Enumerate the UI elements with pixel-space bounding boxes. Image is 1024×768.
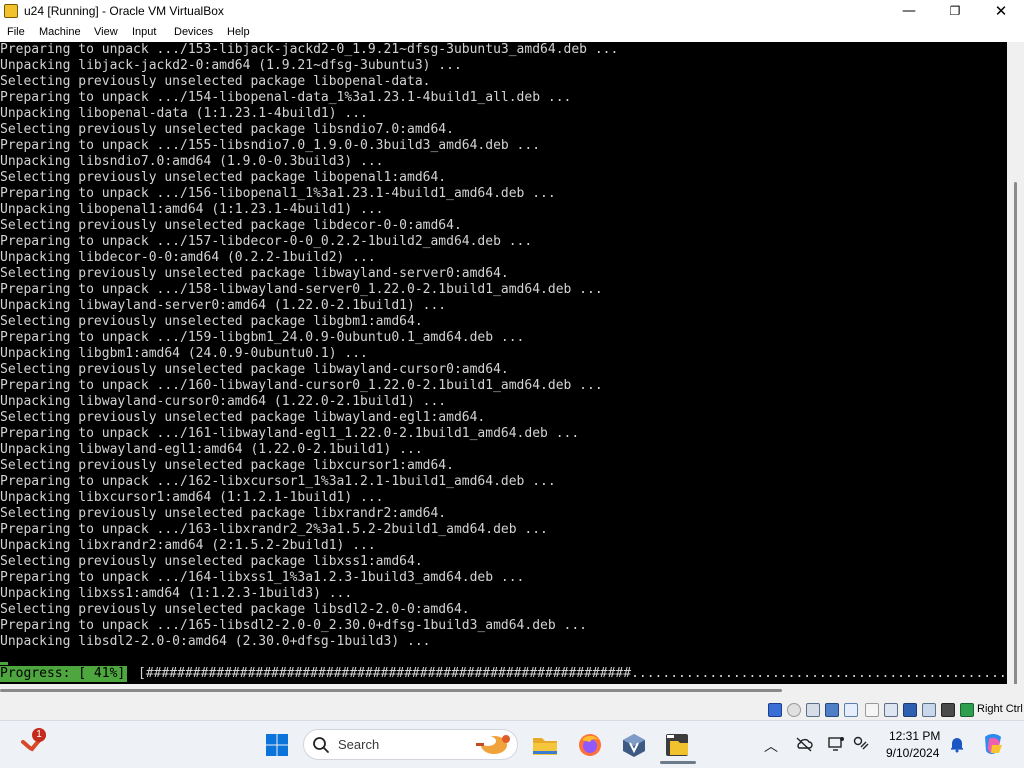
keyboard-capture-icon[interactable] bbox=[960, 703, 974, 717]
network-tray-icon[interactable] bbox=[852, 735, 870, 753]
console-line: Selecting previously unselected package … bbox=[0, 314, 423, 329]
menu-file[interactable]: File bbox=[7, 26, 25, 38]
search-placeholder: Search bbox=[338, 737, 380, 752]
console-line: Unpacking libopenal-data (1:1.23.1-4buil… bbox=[0, 106, 368, 121]
host-key-label: Right Ctrl bbox=[977, 703, 1023, 715]
console-line: Unpacking libwayland-egl1:amd64 (1.22.0-… bbox=[0, 442, 423, 457]
mouse-integration-icon[interactable] bbox=[941, 703, 955, 717]
shared-folders-icon[interactable] bbox=[865, 703, 879, 717]
apt-progress: Progress: [ 41%] [######################… bbox=[0, 666, 1007, 684]
clock-date[interactable]: 9/10/2024 bbox=[886, 746, 939, 760]
recording-icon[interactable] bbox=[903, 703, 917, 717]
clock-time[interactable]: 12:31 PM bbox=[889, 729, 940, 743]
console-line: Unpacking libjack-jackd2-0:amd64 (1.9.21… bbox=[0, 58, 462, 73]
console-line: Preparing to unpack .../156-libopenal1_1… bbox=[0, 186, 556, 201]
close-button[interactable]: ✕ bbox=[978, 0, 1024, 24]
horizontal-scrollbar[interactable] bbox=[0, 684, 1024, 700]
console-line: Unpacking libopenal1:amd64 (1:1.23.1-4bu… bbox=[0, 202, 384, 217]
console-line: Unpacking libsdl2-2.0-0:amd64 (2.30.0+df… bbox=[0, 634, 431, 649]
console-line: Selecting previously unselected package … bbox=[0, 266, 509, 281]
console-line: Preparing to unpack .../154-libopenal-da… bbox=[0, 90, 572, 105]
notification-bell-icon[interactable] bbox=[948, 735, 966, 753]
copilot-icon[interactable] bbox=[980, 731, 1006, 757]
horizontal-scrollbar-thumb[interactable] bbox=[0, 689, 782, 692]
console-line: Selecting previously unselected package … bbox=[0, 554, 423, 569]
console-line: Preparing to unpack .../165-libsdl2-2.0-… bbox=[0, 618, 587, 633]
minimize-button[interactable]: — bbox=[886, 0, 932, 24]
cloud-offline-icon[interactable] bbox=[795, 735, 813, 753]
virtualbox-manager-icon[interactable] bbox=[620, 731, 648, 759]
console-line: Selecting previously unselected package … bbox=[0, 458, 454, 473]
console-line: Selecting previously unselected package … bbox=[0, 122, 454, 137]
search-highlight-icon bbox=[476, 735, 510, 754]
display-icon[interactable] bbox=[884, 703, 898, 717]
hard-disk-icon[interactable] bbox=[768, 703, 782, 717]
windows-start-icon[interactable] bbox=[265, 733, 289, 757]
cpu-icon[interactable] bbox=[922, 703, 936, 717]
file-explorer-icon[interactable] bbox=[531, 731, 559, 759]
window-title: u24 [Running] - Oracle VM VirtualBox bbox=[24, 4, 224, 18]
console-line: Preparing to unpack .../161-libwayland-e… bbox=[0, 426, 580, 441]
vm-window-icon[interactable] bbox=[664, 731, 692, 759]
console-line: Selecting previously unselected package … bbox=[0, 362, 509, 377]
audio-icon[interactable] bbox=[806, 703, 820, 717]
console-line: Selecting previously unselected package … bbox=[0, 218, 462, 233]
maximize-button[interactable]: ❐ bbox=[932, 0, 978, 24]
console-line: Preparing to unpack .../157-libdecor-0-0… bbox=[0, 234, 533, 249]
console-line: Unpacking libwayland-server0:amd64 (1.22… bbox=[0, 298, 447, 313]
console-line: Unpacking libwayland-cursor0:amd64 (1.22… bbox=[0, 394, 447, 409]
console-line: Preparing to unpack .../159-libgbm1_24.0… bbox=[0, 330, 525, 345]
menu-input[interactable]: Input bbox=[132, 26, 156, 38]
console-line: Selecting previously unselected package … bbox=[0, 506, 447, 521]
console-line: Unpacking libxrandr2:amd64 (2:1.5.2-2bui… bbox=[0, 538, 376, 553]
console-line: Preparing to unpack .../160-libwayland-c… bbox=[0, 378, 603, 393]
console-line: Unpacking libsndio7.0:amd64 (1.9.0-0.3bu… bbox=[0, 154, 384, 169]
usb-icon[interactable] bbox=[844, 703, 858, 717]
network-icon[interactable] bbox=[825, 703, 839, 717]
console-line: Selecting previously unselected package … bbox=[0, 410, 486, 425]
console-line: Selecting previously unselected package … bbox=[0, 170, 447, 185]
console-line: Selecting previously unselected package … bbox=[0, 74, 431, 89]
widgets-notification-badge: 1 bbox=[32, 728, 46, 742]
console-line: Preparing to unpack .../162-libxcursor1_… bbox=[0, 474, 556, 489]
firefox-icon[interactable] bbox=[576, 731, 604, 759]
show-hidden-icons-chevron-icon[interactable]: ︿ bbox=[764, 736, 778, 756]
menu-machine[interactable]: Machine bbox=[39, 26, 81, 38]
console-line: Preparing to unpack .../153-libjack-jack… bbox=[0, 42, 619, 57]
vertical-scrollbar-thumb[interactable] bbox=[1014, 182, 1017, 692]
console-line: Preparing to unpack .../163-libxrandr2_2… bbox=[0, 522, 548, 537]
display-tray-icon[interactable] bbox=[827, 735, 845, 753]
progress-label: Progress: [ 41%] bbox=[0, 666, 128, 682]
console-line: Unpacking libxcursor1:amd64 (1:1.2.1-1bu… bbox=[0, 490, 384, 505]
console-line: Unpacking libgbm1:amd64 (24.0.9-0ubuntu0… bbox=[0, 346, 368, 361]
menu-devices[interactable]: Devices bbox=[174, 26, 213, 38]
search-icon bbox=[313, 737, 329, 753]
vm-console[interactable]: Preparing to unpack .../153-libjack-jack… bbox=[0, 42, 1007, 684]
console-line: Selecting previously unselected package … bbox=[0, 602, 470, 617]
console-output: Preparing to unpack .../153-libjack-jack… bbox=[0, 42, 618, 650]
console-line: Unpacking libdecor-0-0:amd64 (0.2.2-1bui… bbox=[0, 250, 376, 265]
terminal-cursor bbox=[0, 662, 8, 665]
menu-bar: File Machine View Input Devices Help bbox=[0, 24, 1024, 42]
progress-bar: [#######################################… bbox=[138, 666, 1007, 681]
console-line: Preparing to unpack .../155-libsndio7.0_… bbox=[0, 138, 541, 153]
menu-help[interactable]: Help bbox=[227, 26, 250, 38]
menu-view[interactable]: View bbox=[94, 26, 118, 38]
console-line: Preparing to unpack .../164-libxss1_1%3a… bbox=[0, 570, 525, 585]
console-line: Preparing to unpack .../158-libwayland-s… bbox=[0, 282, 603, 297]
active-app-indicator bbox=[660, 761, 696, 764]
window-titlebar: u24 [Running] - Oracle VM VirtualBox — ❐… bbox=[0, 0, 1024, 24]
console-line: Unpacking libxss1:amd64 (1:1.2.3-1build3… bbox=[0, 586, 353, 601]
virtualbox-app-icon bbox=[4, 4, 18, 18]
optical-drive-icon[interactable] bbox=[787, 703, 801, 717]
